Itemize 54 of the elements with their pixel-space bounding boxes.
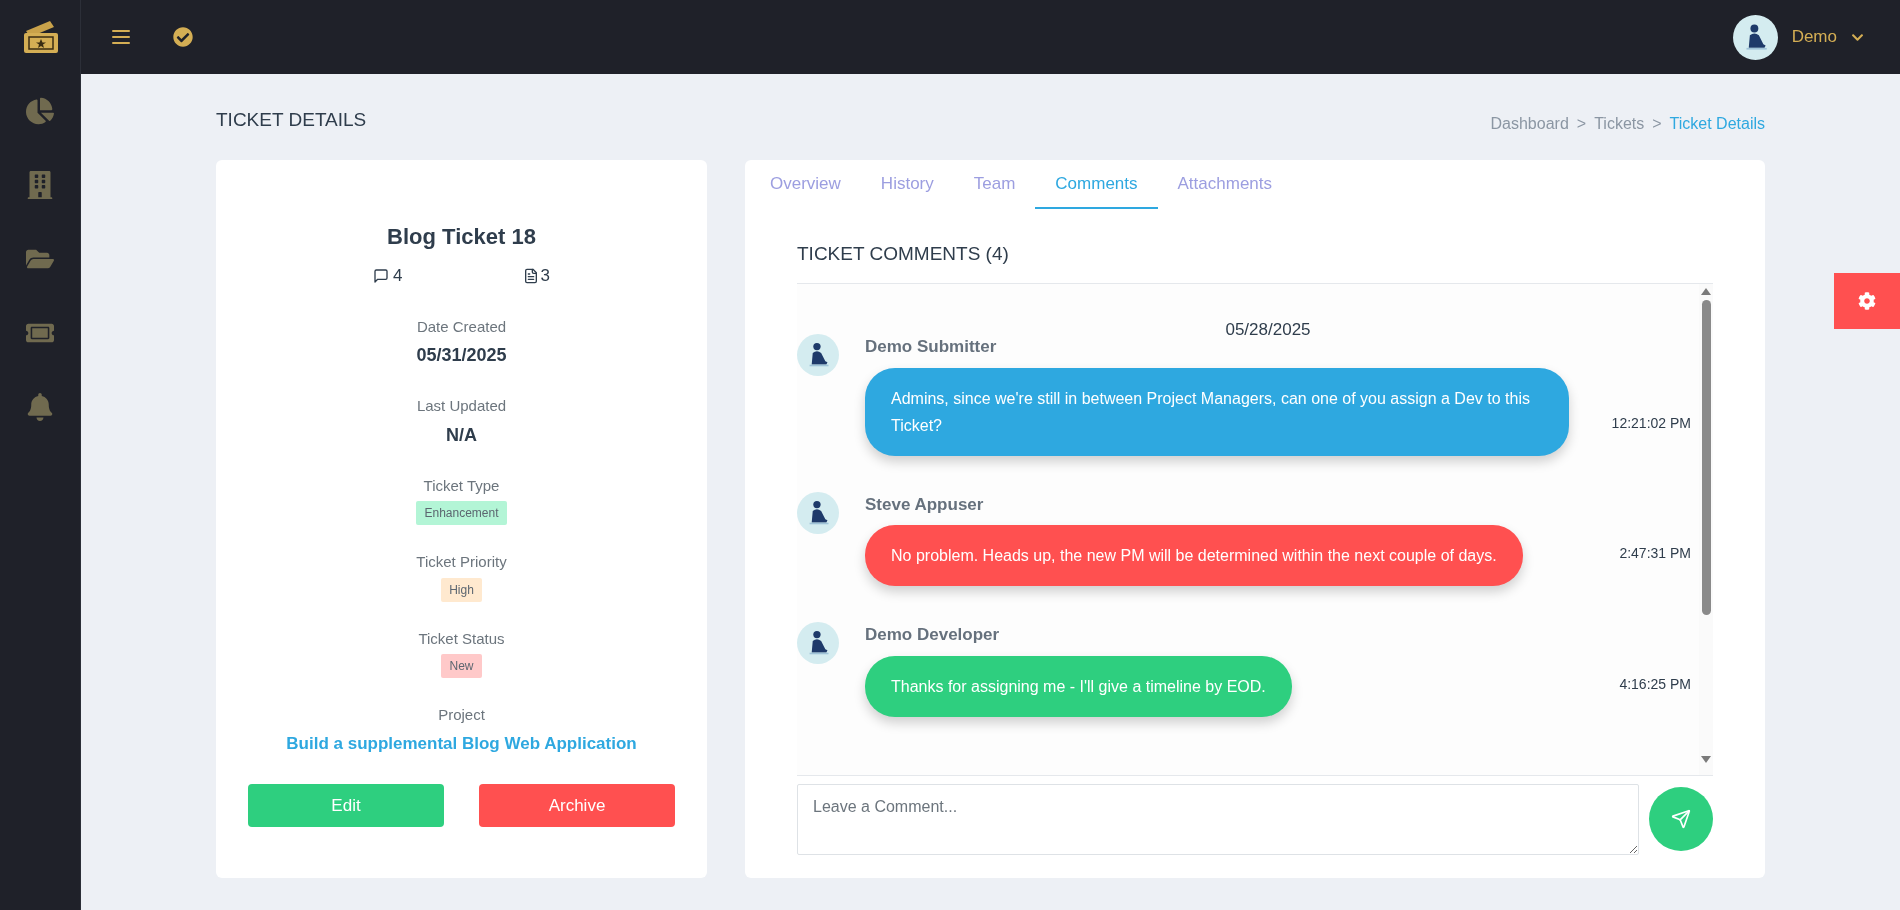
settings-button[interactable] — [1834, 273, 1900, 329]
status-badge: High — [441, 577, 482, 602]
document-icon — [522, 267, 539, 284]
field-label: Ticket Status — [418, 628, 505, 649]
scroll-down-icon[interactable] — [1701, 755, 1711, 763]
field-value: 05/31/2025 — [416, 344, 507, 367]
field-label: Ticket Type — [423, 475, 500, 496]
comment-input[interactable]: Leave a Comment... — [797, 783, 1639, 855]
comment-time: 4:16:25 PM — [1619, 674, 1691, 694]
comment-count: 4 — [393, 265, 403, 287]
field-label: Date Created — [416, 316, 507, 337]
edit-button[interactable]: Edit — [248, 784, 444, 827]
scrollbar-thumb[interactable] — [1701, 299, 1711, 615]
comment-time: 2:47:31 PM — [1619, 544, 1691, 563]
avatar-icon — [1732, 14, 1778, 60]
archive-button[interactable]: Archive — [479, 784, 675, 827]
comment-bubble: No problem. Heads up, the new PM will be determined within the next couple of days. — [865, 525, 1523, 586]
status-badge: Enhancement — [416, 501, 507, 525]
avatar-icon — [797, 622, 839, 664]
project-link[interactable]: Build a supplemental Blog Web Application — [286, 730, 637, 756]
ticket-title: Blog Ticket 18 — [387, 223, 536, 251]
tab[interactable]: Comments — [1035, 160, 1158, 209]
comments-heading: TICKET COMMENTS (4) — [797, 240, 1713, 284]
breadcrumb-link[interactable]: Ticket Details — [1669, 112, 1765, 136]
attachment-count: 3 — [540, 265, 550, 287]
tab[interactable]: Overview — [750, 160, 861, 209]
send-icon — [1671, 809, 1691, 829]
breadcrumb-link[interactable]: Tickets — [1594, 112, 1645, 136]
comment-time: 12:21:02 PM — [1611, 413, 1691, 433]
comment-author: Demo Developer — [865, 624, 1001, 646]
field-label: Last Updated — [416, 396, 507, 416]
tab[interactable]: Team — [953, 160, 1036, 209]
status-badge: New — [441, 654, 482, 678]
comment-bubble: Thanks for assigning me - I'll give a timeline by EOD. — [865, 655, 1292, 717]
scroll-up-icon[interactable] — [1701, 287, 1711, 295]
breadcrumb-link[interactable]: Dashboard — [1490, 112, 1569, 136]
comment-author: Demo Submitter — [865, 336, 998, 358]
page-title: TICKET DETAILS — [216, 108, 367, 132]
breadcrumb-separator: > — [1652, 114, 1662, 134]
comment-icon — [373, 267, 390, 284]
field-label: Project — [438, 705, 485, 725]
tab[interactable]: History — [860, 160, 954, 209]
date-label: 05/28/2025 — [1225, 318, 1311, 341]
field-label: Ticket Priority — [416, 552, 507, 572]
tab[interactable]: Attachments — [1157, 160, 1293, 209]
avatar-icon — [797, 491, 839, 534]
breadcrumb-separator: > — [1576, 114, 1587, 134]
user-menu[interactable]: Demo — [1732, 14, 1864, 60]
field-value: N/A — [446, 423, 477, 447]
comment-bubble: Admins, since we're still in between Project Managers, can one of you assign a Dev to this Ticket? — [865, 367, 1569, 456]
comment-author: Steve Appuser — [865, 493, 985, 516]
settings-icon — [1858, 292, 1876, 310]
check-circle-icon[interactable] — [173, 27, 193, 47]
avatar-icon — [797, 334, 839, 376]
